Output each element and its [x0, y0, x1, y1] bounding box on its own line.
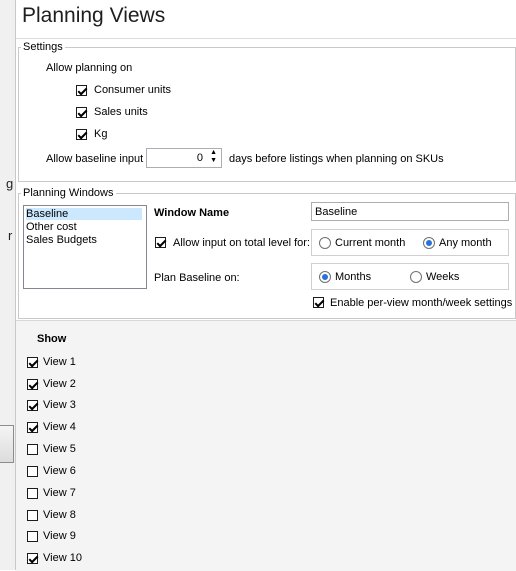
- stepper-arrows-icon[interactable]: ▲ ▼: [210, 149, 217, 165]
- consumer-units-label[interactable]: Consumer units: [94, 84, 171, 96]
- allow-planning-label: Allow planning on: [46, 62, 133, 74]
- months-radio[interactable]: [319, 271, 331, 283]
- view-2-label[interactable]: View 2: [43, 378, 76, 390]
- plan-baseline-option-group: Months Weeks: [311, 263, 509, 290]
- baseline-days-value[interactable]: 0: [197, 152, 203, 164]
- view-3-checkbox[interactable]: [27, 400, 38, 411]
- underlying-text-fragment: g: [6, 176, 14, 191]
- view-5-checkbox[interactable]: [27, 444, 38, 455]
- any-month-label[interactable]: Any month: [439, 237, 492, 249]
- plan-baseline-label: Plan Baseline on:: [154, 272, 240, 284]
- view-8-checkbox[interactable]: [27, 510, 38, 521]
- view-2-checkbox[interactable]: [27, 379, 38, 390]
- planning-windows-legend: Planning Windows: [21, 187, 116, 199]
- window-name-label: Window Name: [154, 207, 230, 219]
- view-9-label[interactable]: View 9: [43, 530, 76, 542]
- list-item-other-cost[interactable]: Other cost: [26, 221, 77, 233]
- per-view-settings-checkbox[interactable]: [313, 297, 324, 308]
- any-month-radio[interactable]: [423, 237, 435, 249]
- show-header: Show: [37, 333, 67, 345]
- months-label[interactable]: Months: [335, 271, 371, 283]
- view-10-checkbox[interactable]: [27, 553, 38, 564]
- current-month-label[interactable]: Current month: [335, 237, 405, 249]
- baseline-days-stepper[interactable]: 0 ▲ ▼: [146, 148, 222, 168]
- kg-label[interactable]: Kg: [94, 128, 107, 140]
- kg-checkbox[interactable]: [76, 129, 87, 140]
- current-month-radio[interactable]: [319, 237, 331, 249]
- view-7-checkbox[interactable]: [27, 488, 38, 499]
- consumer-units-checkbox[interactable]: [76, 85, 87, 96]
- settings-legend: Settings: [21, 41, 65, 53]
- per-view-settings-label[interactable]: Enable per-view month/week settings: [330, 297, 512, 309]
- view-6-label[interactable]: View 6: [43, 465, 76, 477]
- title-divider: [16, 38, 516, 39]
- sales-units-checkbox[interactable]: [76, 107, 87, 118]
- list-item-sales-budgets[interactable]: Sales Budgets: [26, 234, 97, 246]
- baseline-input-label: Allow baseline input: [46, 153, 144, 165]
- view-8-label[interactable]: View 8: [43, 509, 76, 521]
- weeks-radio[interactable]: [410, 271, 422, 283]
- window-name-input[interactable]: Baseline: [311, 202, 509, 221]
- planning-windows-list[interactable]: Baseline Other cost Sales Budgets: [23, 205, 147, 289]
- view-10-label[interactable]: View 10: [43, 552, 82, 564]
- view-4-checkbox[interactable]: [27, 422, 38, 433]
- view-4-label[interactable]: View 4: [43, 421, 76, 433]
- view-3-label[interactable]: View 3: [43, 399, 76, 411]
- view-1-checkbox[interactable]: [27, 357, 38, 368]
- weeks-label[interactable]: Weeks: [426, 271, 459, 283]
- page-title: Planning Views: [22, 4, 166, 27]
- allow-input-checkbox[interactable]: [155, 237, 166, 248]
- list-item-baseline[interactable]: Baseline: [26, 208, 142, 220]
- sales-units-label[interactable]: Sales units: [94, 106, 148, 118]
- show-views-panel: [16, 320, 516, 571]
- view-6-checkbox[interactable]: [27, 466, 38, 477]
- baseline-suffix-label: days before listings when planning on SK…: [229, 153, 444, 165]
- allow-input-label[interactable]: Allow input on total level for:: [173, 237, 310, 249]
- window-name-value[interactable]: Baseline: [315, 206, 357, 218]
- underlying-button-edge[interactable]: [0, 425, 14, 463]
- view-7-label[interactable]: View 7: [43, 487, 76, 499]
- underlying-text-fragment: r: [8, 228, 13, 243]
- underlying-window-edge: [0, 0, 16, 570]
- view-9-checkbox[interactable]: [27, 531, 38, 542]
- month-option-group: Current month Any month: [311, 229, 509, 256]
- view-5-label[interactable]: View 5: [43, 443, 76, 455]
- view-1-label[interactable]: View 1: [43, 356, 76, 368]
